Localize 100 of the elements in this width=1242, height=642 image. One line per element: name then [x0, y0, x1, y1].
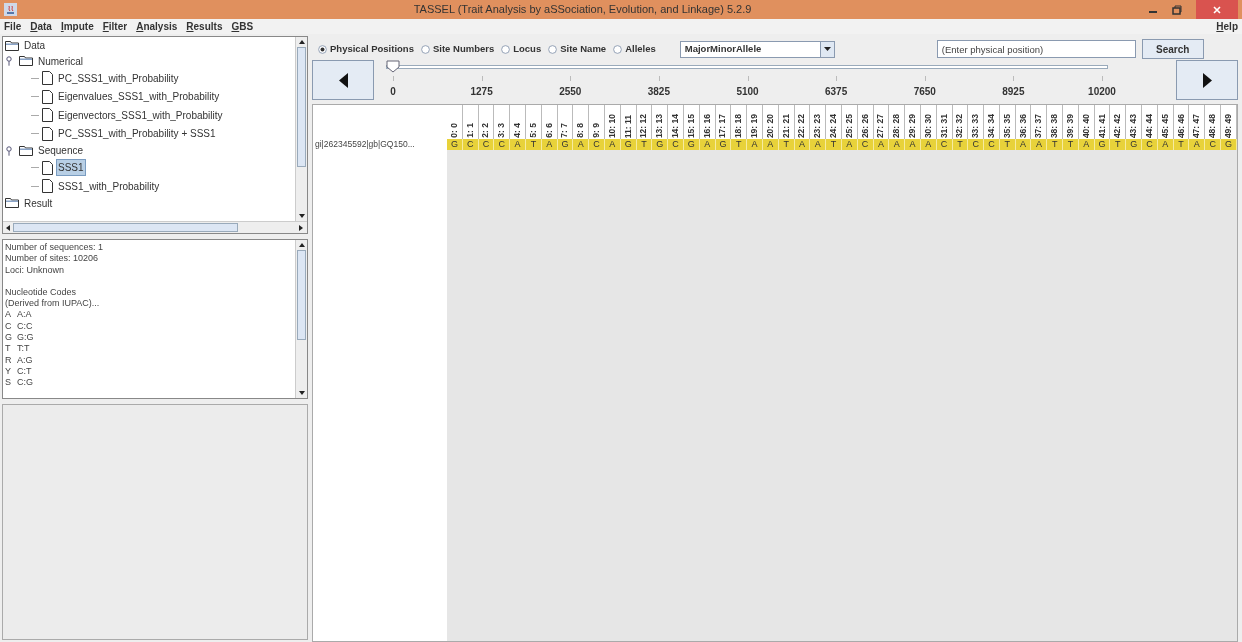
tree-item[interactable]: PC_SSS1_with_Probability [56, 69, 181, 87]
radio-option[interactable]: Locus [501, 41, 542, 57]
folder-icon [5, 198, 19, 209]
base-cell: A [762, 139, 779, 150]
menu-item[interactable]: Results [186, 19, 223, 34]
radio-option[interactable]: Site Numbers [420, 41, 495, 57]
code-letter: R [5, 354, 13, 366]
search-button[interactable]: Search [1141, 39, 1204, 59]
site-label: 18: 18 [734, 113, 744, 138]
base-cell: G [447, 139, 463, 150]
tree-item[interactable]: SSS1 [56, 159, 86, 177]
radio-button[interactable] [613, 44, 623, 54]
site-label: 46: 46 [1176, 113, 1186, 138]
window-title: TASSEL (Trait Analysis by aSSociation, Evolution, and Linkage) 5.2.9 [413, 2, 752, 18]
site-label: 36: 36 [1018, 113, 1028, 138]
tree-item[interactable]: Data [22, 37, 48, 55]
base-cell: A [841, 139, 858, 150]
scrollbar-thumb[interactable] [297, 250, 306, 340]
display-dropdown[interactable]: MajorMinorAllele [679, 40, 835, 58]
site-label: 40: 40 [1081, 113, 1091, 138]
document-icon [42, 71, 53, 86]
expanded-handle-icon[interactable] [5, 145, 13, 156]
tree-item[interactable]: Eigenvalues_SSS1_with_Probability [56, 88, 222, 106]
site-label: 38: 38 [1050, 113, 1060, 138]
site-label: 31: 31 [939, 113, 949, 138]
close-icon[interactable] [1213, 5, 1221, 14]
code-letter: T [5, 343, 12, 355]
info-text: Number of sites: 10206 [5, 253, 100, 265]
dropdown-caret-icon[interactable] [823, 47, 831, 51]
restore-icon[interactable] [1172, 4, 1182, 15]
code-meaning: T:T [17, 343, 30, 355]
horizontal-scrollbar[interactable] [3, 221, 307, 233]
code-letter: G [5, 332, 13, 344]
radio-option[interactable]: Alleles [613, 41, 656, 57]
info-text: Number of sequences: 1 [5, 242, 105, 254]
right-arrow-icon[interactable] [299, 224, 303, 231]
tree-item[interactable]: PC_SSS1_with_Probability + SSS1 [56, 125, 218, 143]
menu-item[interactable]: File [4, 19, 22, 34]
menu-item[interactable]: Data [30, 19, 52, 34]
previous-button[interactable] [312, 60, 374, 100]
tree-item[interactable]: Result [22, 194, 55, 212]
up-arrow-icon[interactable] [298, 243, 305, 247]
base-cell: A [604, 139, 621, 150]
code-meaning: C:G [17, 377, 33, 389]
site-label: 13: 13 [655, 113, 665, 138]
menu-item[interactable]: Help [1216, 19, 1238, 34]
next-button[interactable] [1176, 60, 1238, 100]
down-arrow-icon[interactable] [298, 214, 305, 218]
menu-item[interactable]: GBS [231, 19, 254, 34]
base-cell: G [620, 139, 637, 150]
site-label: 27: 27 [876, 113, 886, 138]
base-cell: C [1205, 139, 1222, 150]
site-label: 35: 35 [1002, 113, 1012, 138]
vertical-scrollbar[interactable] [295, 37, 307, 221]
site-label: 33: 33 [971, 113, 981, 138]
expanded-handle-icon[interactable] [5, 56, 13, 67]
left-arrow-icon[interactable] [6, 224, 10, 231]
slider-thumb[interactable] [386, 60, 400, 73]
info-text: Loci: Unknown [5, 264, 66, 276]
site-label: 37: 37 [1034, 113, 1044, 138]
radio-button[interactable] [318, 44, 327, 54]
site-label: 10: 10 [607, 113, 617, 138]
menu-item[interactable]: Impute [60, 19, 94, 34]
base-cell: A [1078, 139, 1095, 150]
site-label: 42: 42 [1113, 113, 1123, 138]
menu-item[interactable]: Analysis [136, 19, 178, 34]
tree-item[interactable]: SSS1_with_Probability [56, 177, 162, 195]
base-cell: A [889, 139, 906, 150]
vertical-scrollbar[interactable] [295, 240, 307, 398]
tree-item[interactable]: Eigenvectors_SSS1_with_Probability [56, 106, 225, 124]
site-label: 47: 47 [1192, 113, 1202, 138]
folder-icon [19, 56, 33, 67]
base-cell: T [999, 139, 1016, 150]
scrollbar-thumb[interactable] [13, 223, 238, 232]
radio-option[interactable]: Site Name [548, 41, 607, 57]
site-label: 30: 30 [923, 113, 933, 138]
menu-item[interactable]: Filter [102, 19, 128, 34]
tree-item[interactable]: Sequence [36, 142, 86, 160]
site-label: 15: 15 [686, 113, 696, 138]
radio-button[interactable] [548, 44, 558, 54]
search-field[interactable]: (Enter physical position) [936, 40, 1136, 58]
code-letter: Y [5, 365, 12, 378]
base-cell: A [794, 139, 811, 150]
up-arrow-icon[interactable] [298, 40, 305, 44]
info-text: (Derived from IUPAC)... [5, 298, 101, 310]
base-cell: C [857, 139, 874, 150]
document-icon [42, 126, 53, 141]
scrollbar-thumb[interactable] [297, 47, 306, 167]
site-label: 44: 44 [1144, 113, 1154, 138]
radio-button[interactable] [420, 44, 430, 54]
tree-item[interactable]: Numerical [36, 52, 85, 70]
slider-track[interactable] [386, 60, 1108, 74]
tick-label: 6375 [825, 85, 848, 99]
base-cell: T [1173, 139, 1190, 150]
site-label: 20: 20 [765, 113, 775, 138]
close-button[interactable] [1196, 0, 1238, 19]
down-arrow-icon[interactable] [298, 391, 305, 395]
radio-option[interactable]: Physical Positions [318, 41, 414, 57]
radio-button[interactable] [501, 44, 511, 54]
tick-label: 10200 [1088, 85, 1116, 99]
